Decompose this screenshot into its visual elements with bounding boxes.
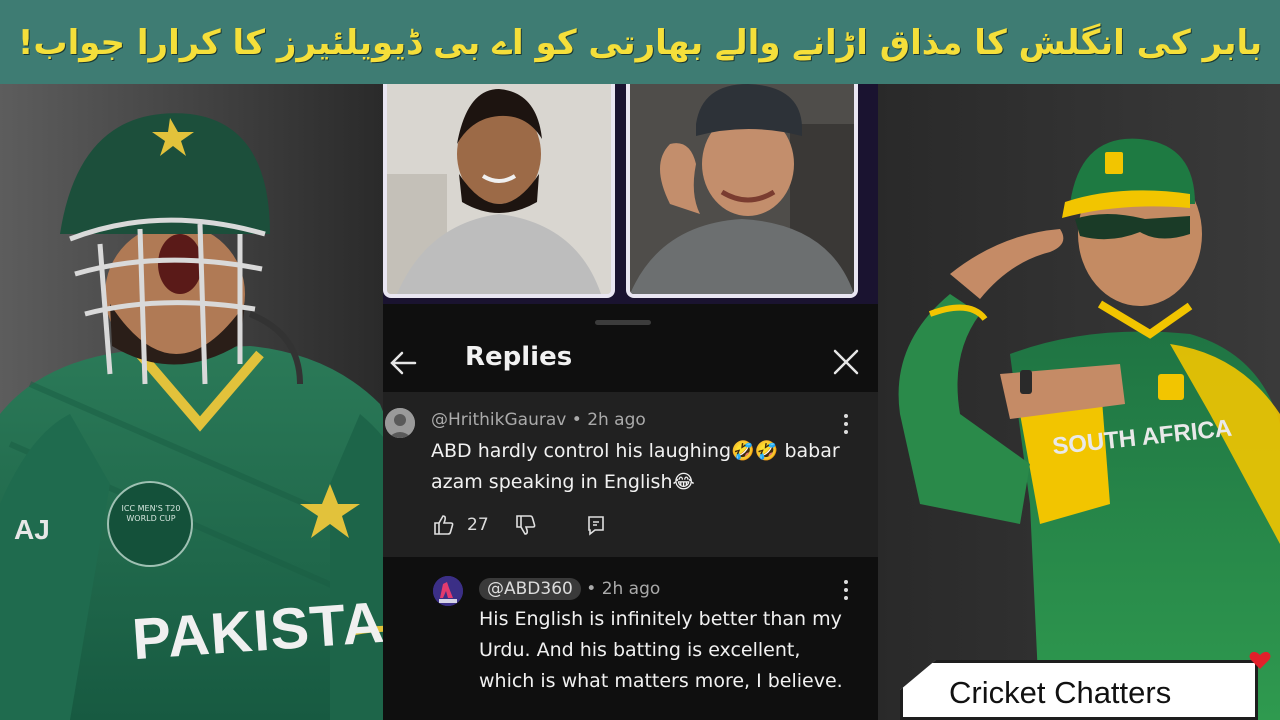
more-vert-icon[interactable]: [838, 578, 854, 602]
more-vert-icon[interactable]: [838, 412, 854, 436]
video-call: [383, 84, 878, 304]
sponsor-logo: AJ: [14, 514, 50, 545]
channel-brand-label: Cricket Chatters: [900, 660, 1258, 720]
pakistan-player-image: PAKISTAN ICC MEN'S T20 WORLD CUP AJ: [0, 84, 440, 720]
close-icon[interactable]: [828, 344, 864, 380]
thumb-down-icon[interactable]: [513, 512, 539, 538]
comment-item: @HrithikGaurav • 2h ago ABD hardly contr…: [383, 392, 878, 557]
comment-meta: @HrithikGaurav • 2h ago: [431, 410, 646, 430]
thumb-up-icon[interactable]: [431, 512, 457, 538]
comment-author[interactable]: @HrithikGaurav: [431, 410, 566, 430]
back-arrow-icon[interactable]: [387, 346, 421, 380]
headline-text: بابر کی انگلش کا مذاق اڑانے والے بھارتی …: [17, 22, 1263, 63]
meta-separator: •: [586, 579, 602, 599]
replies-header: Replies: [383, 334, 878, 396]
comment-time: 2h ago: [587, 410, 646, 430]
thumbnail: بابر کی انگلش کا مذاق اڑانے والے بھارتی …: [0, 0, 1280, 720]
south-africa-player-image: SOUTH AFRICA: [890, 84, 1280, 720]
heart-icon: [1248, 648, 1272, 672]
comment-time: 2h ago: [601, 579, 661, 599]
comment-actions: 27: [431, 510, 609, 540]
creator-author-chip[interactable]: @ABD360: [479, 578, 581, 600]
brand-name: Cricket Chatters: [949, 675, 1172, 710]
t20-badge-text: ICC MEN'S T20 WORLD CUP: [121, 504, 181, 523]
reply-icon[interactable]: [583, 512, 609, 538]
comment-item: @ABD360 • 2h ago His English is infinite…: [383, 566, 878, 720]
replies-title: Replies: [465, 342, 573, 372]
headline-banner: بابر کی انگلش کا مذاق اڑانے والے بھارتی …: [0, 0, 1280, 84]
comment-body: ABD hardly control his laughing🤣🤣 babar …: [431, 440, 840, 493]
video-tile-abd: [626, 84, 858, 298]
video-tile-babar: [383, 84, 615, 298]
avatar[interactable]: [385, 408, 415, 438]
creator-avatar[interactable]: [433, 576, 463, 606]
comment-meta: @ABD360 • 2h ago: [479, 578, 660, 600]
meta-separator: •: [571, 410, 588, 430]
drag-handle[interactable]: [595, 320, 651, 325]
like-count: 27: [467, 515, 489, 535]
replies-panel: Replies @HrithikGaurav • 2h ago ABD hard…: [383, 304, 878, 720]
comment-body: His English is infinitely better than my…: [479, 608, 843, 692]
